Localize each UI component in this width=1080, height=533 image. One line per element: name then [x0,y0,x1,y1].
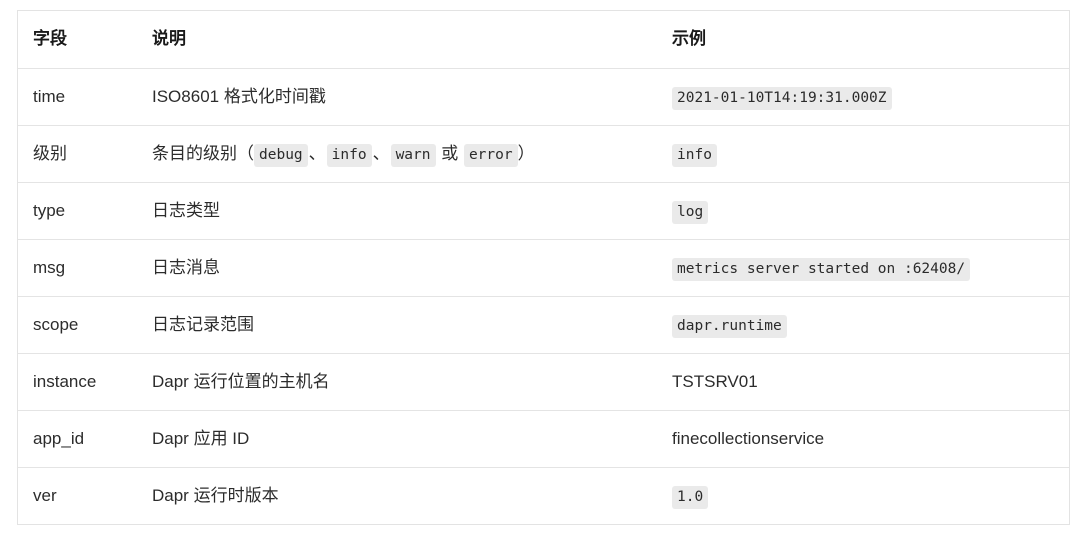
cell-field: scope [18,296,138,354]
cell-field: ver [33,485,57,505]
desc-prefix: 条目的级别（ [152,143,254,163]
table-row: instance Dapr 运行位置的主机名 TSTSRV01 [18,353,1069,411]
desc-text: Dapr 应用 ID [152,428,250,448]
table-body: time ISO8601 格式化时间戳 2021-01-10T14:19:31.… [18,68,1069,525]
cell-example: 1.0 [658,468,1069,525]
cell-example: 2021-01-10T14:19:31.000Z [658,68,1069,126]
cell-example: info [658,125,1069,183]
desc-separator: 、 [308,143,326,163]
table-header: 字段 说明 示例 [18,11,1069,69]
cell-desc: 条目的级别（ debug、 info、 warn 或 error） [138,125,658,183]
cell-field: msg [18,239,138,297]
desc-separator: 、 [372,143,390,163]
desc-code-info: info [326,143,372,167]
log-field-reference-table: 字段 说明 示例 time ISO8601 格式化时间戳 2021-01-10T… [17,10,1070,525]
cell-desc: ISO8601 格式化时间戳 [138,68,658,126]
cell-example: log [658,182,1069,240]
cell-field: app_id [18,410,138,468]
cell-field: time [18,68,138,126]
example-code: dapr.runtime [672,314,787,338]
table-row: app_id Dapr 应用 ID finecollectionservice [18,410,1069,468]
desc-separator-or: 或 [436,143,463,163]
cell-example: TSTSRV01 [658,353,1069,411]
cell-desc: Dapr 运行位置的主机名 [138,353,658,411]
desc-code-debug: debug [254,143,308,167]
table-row: 级别 条目的级别（ debug、 info、 warn 或 error） info [18,125,1069,183]
column-header-field: 字段 [18,11,138,69]
example-code: metrics server started on :62408/ [672,257,971,281]
example-code: info [672,143,717,167]
column-header-desc: 说明 [138,11,658,69]
desc-code-warn: warn [390,143,436,167]
desc-suffix: ） [517,143,535,163]
table-row: msg 日志消息 metrics server started on :6240… [18,239,1069,297]
cell-example: finecollectionservice [658,410,1069,468]
desc-text: 日志消息 [152,257,220,277]
cell-field: instance [18,353,138,411]
cell-example: dapr.runtime [658,296,1069,354]
example-text: TSTSRV01 [672,371,758,391]
desc-text: 日志类型 [152,200,220,220]
example-code: 1.0 [672,485,709,509]
cell-field: type [18,182,138,240]
desc-text: 日志记录范围 [152,314,254,334]
cell-field: 级别 [18,125,138,183]
example-code: 2021-01-10T14:19:31.000Z [672,86,892,110]
desc-text: Dapr 运行位置的主机名 [152,371,330,391]
cell-desc: 日志消息 [138,239,658,297]
spec-table: 字段 说明 示例 time ISO8601 格式化时间戳 2021-01-10T… [18,11,1069,524]
table-row: type 日志类型 log [18,182,1069,240]
cell-desc: 日志记录范围 [138,296,658,354]
column-header-example: 示例 [658,11,1069,69]
cell-desc: 日志类型 [138,182,658,240]
table-row: scope 日志记录范围 dapr.runtime [18,296,1069,354]
example-code: log [672,200,709,224]
cell-desc: Dapr 应用 ID [138,410,658,468]
cell-desc: Dapr 运行时版本 [138,468,658,525]
desc-text: Dapr 运行时版本 [152,485,279,505]
desc-text: ISO8601 格式化时间戳 [152,86,326,106]
example-text: finecollectionservice [672,428,825,448]
table-row: ver Dapr 运行时版本 1.0 [18,468,1069,525]
desc-code-error: error [463,143,518,167]
table-header-row: 字段 说明 示例 [18,11,1069,69]
cell-example: metrics server started on :62408/ [658,239,1069,297]
table-row: time ISO8601 格式化时间戳 2021-01-10T14:19:31.… [18,68,1069,126]
